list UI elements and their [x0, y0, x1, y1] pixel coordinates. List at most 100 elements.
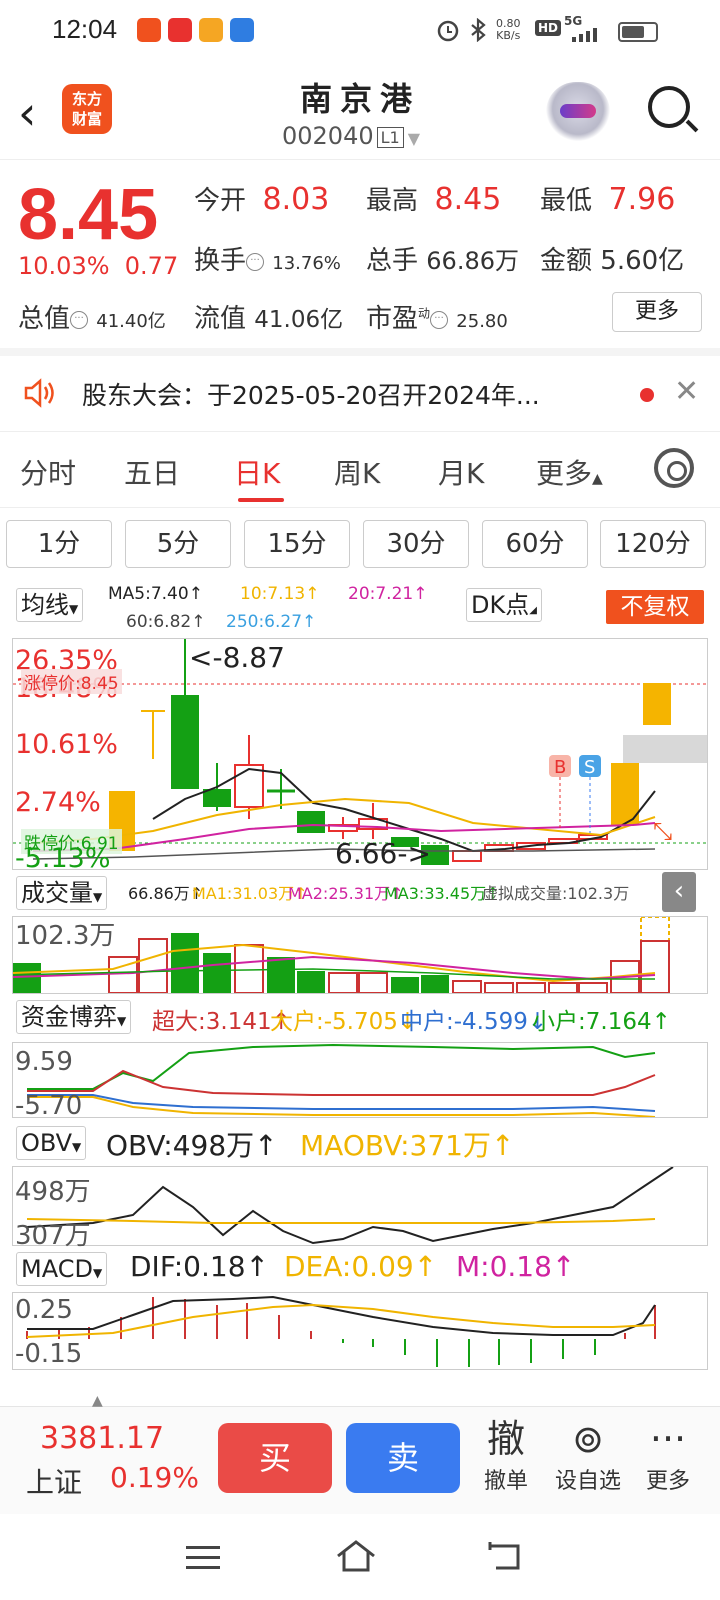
more-quote-button[interactable]: 更多 — [612, 292, 702, 332]
expand-icon[interactable]: ⤡ — [653, 817, 672, 845]
volume-bar — [13, 963, 41, 993]
period-120min[interactable]: 120分 — [600, 520, 706, 568]
volume-bar — [358, 972, 388, 993]
news-app-icon — [230, 18, 254, 42]
volume-bar — [138, 938, 168, 993]
settings-gear-icon[interactable] — [654, 448, 694, 488]
menu-icon[interactable] — [186, 1544, 220, 1572]
more-actions-button[interactable]: ··· 更多 — [628, 1415, 708, 1495]
volume-bar — [234, 944, 264, 993]
period-1min[interactable]: 1分 — [6, 520, 112, 568]
pct-label-4: 2.74% — [15, 787, 101, 818]
dk-point-toggle[interactable]: DK点◢ — [466, 588, 542, 622]
volume-bar — [391, 977, 419, 993]
volume-bar — [267, 957, 295, 993]
buy-button[interactable]: 买 — [218, 1423, 332, 1493]
macd-axis-top: 0.25 — [15, 1295, 73, 1325]
search-icon[interactable] — [648, 86, 690, 128]
net-speed: 0.80 KB/s — [496, 17, 521, 42]
amount-item: 金额 5.60亿 — [540, 240, 684, 277]
cancel-order-button[interactable]: 撤撤单 — [466, 1415, 546, 1495]
macd-indicator-select[interactable]: MACD▼ — [16, 1252, 108, 1286]
period-5min[interactable]: 5分 — [125, 520, 231, 568]
obv-indicator-select[interactable]: OBV▼ — [16, 1126, 87, 1160]
adjust-mode-button[interactable]: 不复权 — [606, 590, 704, 624]
volume-bar — [421, 975, 449, 993]
collapse-panel-icon[interactable]: ‹ — [662, 872, 696, 912]
pe-value: 25.80 — [456, 311, 508, 332]
active-tab-indicator — [238, 498, 284, 502]
stock-header: ‹ 东方 财富 南京港 002040 L1 ▼ — [0, 62, 720, 160]
close-icon[interactable]: ✕ — [674, 374, 699, 409]
fund-indicator-label: 资金博弈 — [21, 1003, 117, 1031]
sell-marker-label: S — [584, 757, 595, 778]
tab-intraday[interactable]: 分时 — [20, 452, 76, 492]
volume-bar — [640, 940, 670, 993]
video-app-icon — [168, 18, 192, 42]
pe-item: 市盈动 ··· 25.80 — [366, 298, 508, 335]
dk-point-label: DK点 — [471, 591, 530, 619]
fund-panel[interactable]: 9.59 -5.70 — [12, 1042, 708, 1121]
tab-more[interactable]: 更多▲ — [536, 452, 603, 492]
stock-code-selector[interactable]: 002040 L1 ▼ — [282, 122, 420, 150]
index-value[interactable]: 3381.17 — [40, 1421, 164, 1456]
float-value: 41.06亿 — [254, 307, 344, 333]
fund-axis-top: 9.59 — [15, 1047, 73, 1077]
notice-bar[interactable]: 股东大会：于2025-05-20召开2024年... ✕ — [0, 356, 720, 432]
volume-bar — [171, 933, 199, 993]
obv-legend: OBV:498万↑ — [106, 1129, 278, 1162]
macd-indicator-label: MACD — [21, 1255, 93, 1283]
macd-panel[interactable]: 0.25 -0.15 — [12, 1292, 708, 1370]
period-30min[interactable]: 30分 — [363, 520, 469, 568]
low-item: 最低 7.96 — [540, 180, 675, 217]
home-icon[interactable] — [334, 1538, 378, 1574]
unread-dot — [640, 388, 654, 402]
tab-daily-k[interactable]: 日K — [234, 452, 280, 492]
info-icon[interactable]: ··· — [430, 310, 449, 329]
fund-large-legend: 大户:-5.705↓ — [270, 1009, 418, 1035]
sell-button[interactable]: 卖 — [346, 1423, 460, 1493]
tab-monthly-k[interactable]: 月K — [438, 452, 484, 492]
chevron-down-icon: ▼ — [117, 1014, 127, 1028]
mktcap-item: 总值 ··· 41.40亿 — [18, 298, 166, 335]
period-60min[interactable]: 60分 — [482, 520, 588, 568]
notice-text: 股东大会：于2025-05-20召开2024年... — [82, 381, 540, 410]
period-15min[interactable]: 15分 — [244, 520, 350, 568]
back-nav-icon[interactable] — [486, 1540, 524, 1572]
volume-indicator-select[interactable]: 成交量▼ — [16, 876, 108, 910]
tab-weekly-k[interactable]: 周K — [334, 452, 380, 492]
ma60-legend: 60:6.82↑ — [126, 612, 206, 632]
macd-axis-bottom: -0.15 — [15, 1339, 83, 1369]
limit-up-label: 涨停价:8.45 — [21, 669, 122, 694]
kline-chart-area: 均线▼ MA5:7.40↑ 10:7.13↑ 20:7.21↑ 60:6.82↑… — [0, 584, 720, 1390]
mktcap-value: 41.40亿 — [96, 311, 166, 332]
fund-medium-legend: 中户:-4.599↓ — [400, 1009, 548, 1035]
add-watchlist-button[interactable]: ⊚ 设自选 — [548, 1415, 628, 1495]
add-watchlist-icon: ⊚ — [572, 1417, 604, 1461]
info-icon[interactable]: ··· — [246, 252, 265, 271]
open-value: 8.03 — [262, 182, 330, 217]
maobv-line — [26, 1218, 656, 1224]
obv-svg — [26, 1167, 674, 1245]
collapse-up-icon[interactable]: ▲ — [92, 1393, 103, 1409]
buy-marker-label: B — [554, 757, 566, 778]
tab-five-day[interactable]: 五日 — [124, 452, 180, 492]
volume-svg — [13, 917, 670, 993]
virtual-volume-legend: 虚拟成交量:102.3万 — [482, 884, 630, 903]
ma-indicator-select[interactable]: 均线▼ — [16, 588, 84, 622]
status-time: 12:04 — [52, 14, 118, 44]
resistance-zone — [623, 735, 707, 763]
volume-panel[interactable]: 102.3万 — [12, 916, 708, 994]
volume-bar — [516, 982, 546, 993]
alarm-icon — [437, 20, 459, 42]
candlestick-panel[interactable]: B S ⤡ 26.35% 18.48% 涨停价:8.45 10.61% 2.74… — [12, 638, 708, 874]
obv-panel[interactable]: 498万 307万 — [12, 1166, 708, 1251]
stock-name: 南京港 — [299, 80, 420, 118]
fund-indicator-select[interactable]: 资金博弈▼ — [16, 1000, 132, 1034]
status-bar: 12:04 0.80 KB/s HD 5G — [0, 0, 720, 62]
last-price: 8.45 — [18, 175, 159, 255]
macd-svg — [26, 1295, 656, 1367]
info-icon[interactable]: ··· — [70, 310, 89, 329]
volume-value: 66.86万 — [426, 247, 519, 275]
assistant-robot-icon[interactable] — [546, 82, 610, 142]
